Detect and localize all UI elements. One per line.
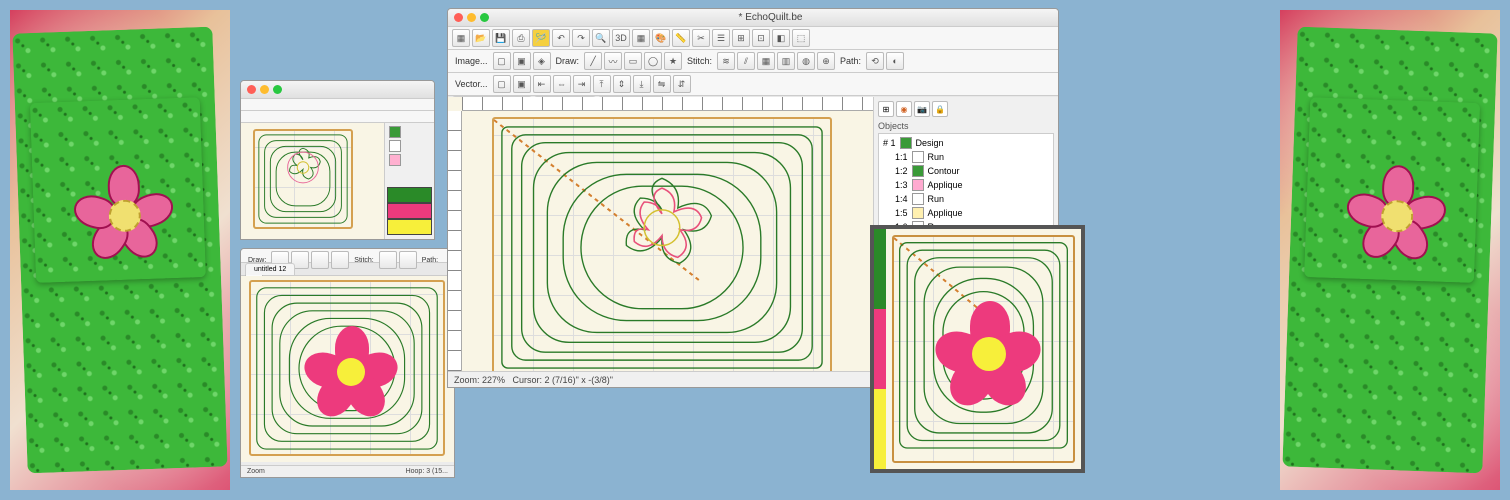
new-button[interactable]: ▦ [452, 29, 470, 47]
tree-row-4: 1:4Run [881, 192, 1051, 206]
image-btn-1[interactable]: ▢ [493, 52, 511, 70]
flip-v[interactable]: ⇵ [673, 75, 691, 93]
tree-row-3: 1:3Applique [881, 178, 1051, 192]
draw-label: Draw: [553, 56, 583, 66]
hoop-boundary [492, 117, 832, 371]
flower-fill [309, 330, 393, 414]
ruler-vertical [448, 111, 462, 371]
product-photo-right [1280, 10, 1500, 490]
stitch-3[interactable]: ▦ [757, 52, 775, 70]
path-label: Path: [419, 257, 441, 264]
panel-icon-1[interactable]: ⊞ [878, 101, 894, 117]
draw-rect[interactable]: ▭ [624, 52, 642, 70]
image-btn-2[interactable]: ▣ [513, 52, 531, 70]
tree-row-1: 1:1Run [881, 150, 1051, 164]
status-zoom: Zoom: 227% [454, 375, 505, 385]
tree-row-5: 1:5Applique [881, 206, 1051, 220]
view-3d-button[interactable]: 3D [612, 29, 630, 47]
window-title: * EchoQuilt.be [489, 12, 1052, 23]
align-top[interactable]: ⤒ [593, 75, 611, 93]
draw-star[interactable]: ★ [664, 52, 682, 70]
stitch-1[interactable]: ≋ [717, 52, 735, 70]
main-toolbar-2: Image... ▢ ▣ ◈ Draw: ╱ 〰 ▭ ◯ ★ Stitch: ≋… [448, 50, 1058, 73]
tool-d[interactable]: ⊡ [752, 29, 770, 47]
status-cursor: Cursor: 2 (7/16)" x -(3/8)" [513, 375, 613, 385]
stitch-label: Stitch: [351, 257, 376, 264]
panel-header: Objects [878, 121, 1054, 131]
stitch-5[interactable]: ◍ [797, 52, 815, 70]
app-thumbnail-small-top [240, 80, 435, 240]
titlebar: * EchoQuilt.be [448, 9, 1058, 27]
tool-b[interactable]: ☰ [712, 29, 730, 47]
path-2[interactable]: ◐ [886, 52, 904, 70]
panel-icon-3[interactable]: 📷 [914, 101, 930, 117]
close-icon[interactable] [454, 13, 463, 22]
open-button[interactable]: 📂 [472, 29, 490, 47]
main-toolbar-1: ▦ 📂 💾 ⎙ 🪡 ↶ ↷ 🔍 3D ▦ 🎨 📏 ✂ ☰ ⊞ ⊡ ◧ ⬚ [448, 27, 1058, 50]
echo-quilting-design [494, 119, 830, 371]
measure-button[interactable]: 📏 [672, 29, 690, 47]
color-strip [874, 229, 886, 469]
product-photo-left [10, 10, 230, 490]
panel-icon-4[interactable]: 🔒 [932, 101, 948, 117]
panel-icon-2[interactable]: ◉ [896, 101, 912, 117]
redo-button[interactable]: ↷ [572, 29, 590, 47]
align-center[interactable]: ⇔ [553, 75, 571, 93]
flower-fill-preview [942, 307, 1036, 401]
vector-label[interactable]: Vector... [452, 79, 491, 89]
flower-applique [77, 168, 170, 261]
color-button[interactable]: 🎨 [652, 29, 670, 47]
maximize-icon[interactable] [480, 13, 489, 22]
hoop-label-small: Hoop: 3 (15... [406, 468, 448, 475]
preview-panel [870, 225, 1085, 473]
stitch-2[interactable]: ⫽ [737, 52, 755, 70]
zoom-button[interactable]: 🔍 [592, 29, 610, 47]
object-tree[interactable]: # 1Design 1:1Run 1:2Contour 1:3Applique … [878, 133, 1054, 237]
quilted-bag [12, 27, 227, 474]
main-toolbar-3: Vector... ▢ ▣ ⇤ ⇔ ⇥ ⤒ ⇕ ⤓ ⇋ ⇵ [448, 73, 1058, 96]
tool-e[interactable]: ◧ [772, 29, 790, 47]
minimize-icon[interactable] [467, 13, 476, 22]
stitch-4[interactable]: ▥ [777, 52, 795, 70]
save-button[interactable]: 💾 [492, 29, 510, 47]
flip-h[interactable]: ⇋ [653, 75, 671, 93]
tree-row-design: # 1Design [881, 136, 1051, 150]
align-mid[interactable]: ⇕ [613, 75, 631, 93]
image-label[interactable]: Image... [452, 56, 491, 66]
undo-button[interactable]: ↶ [552, 29, 570, 47]
grid-button[interactable]: ▦ [632, 29, 650, 47]
draw-ellipse[interactable]: ◯ [644, 52, 662, 70]
app-thumbnail-small-bottom: Draw: Stitch: Path: untitled 12 [240, 248, 455, 478]
vec-1[interactable]: ▢ [493, 75, 511, 93]
draw-line[interactable]: ╱ [584, 52, 602, 70]
align-left[interactable]: ⇤ [533, 75, 551, 93]
quilted-bag [1282, 27, 1497, 474]
panel-view-icons: ⊞ ◉ 📷 🔒 [878, 101, 1054, 117]
path-label: Path: [837, 56, 864, 66]
tool-f[interactable]: ⬚ [792, 29, 810, 47]
zoom-label-small: Zoom [247, 468, 265, 475]
stitch-6[interactable]: ⊕ [817, 52, 835, 70]
vec-2[interactable]: ▣ [513, 75, 531, 93]
stitch-label: Stitch: [684, 56, 715, 66]
needle-icon[interactable]: 🪡 [532, 29, 550, 47]
tree-row-2: 1:2Contour [881, 164, 1051, 178]
draw-curve[interactable]: 〰 [604, 52, 622, 70]
print-button[interactable]: ⎙ [512, 29, 530, 47]
image-btn-3[interactable]: ◈ [533, 52, 551, 70]
tool-a[interactable]: ✂ [692, 29, 710, 47]
tool-c[interactable]: ⊞ [732, 29, 750, 47]
flower-applique [1350, 169, 1443, 262]
window-controls[interactable] [454, 13, 489, 22]
path-1[interactable]: ⟲ [866, 52, 884, 70]
align-right[interactable]: ⇥ [573, 75, 591, 93]
align-bot[interactable]: ⤓ [633, 75, 651, 93]
